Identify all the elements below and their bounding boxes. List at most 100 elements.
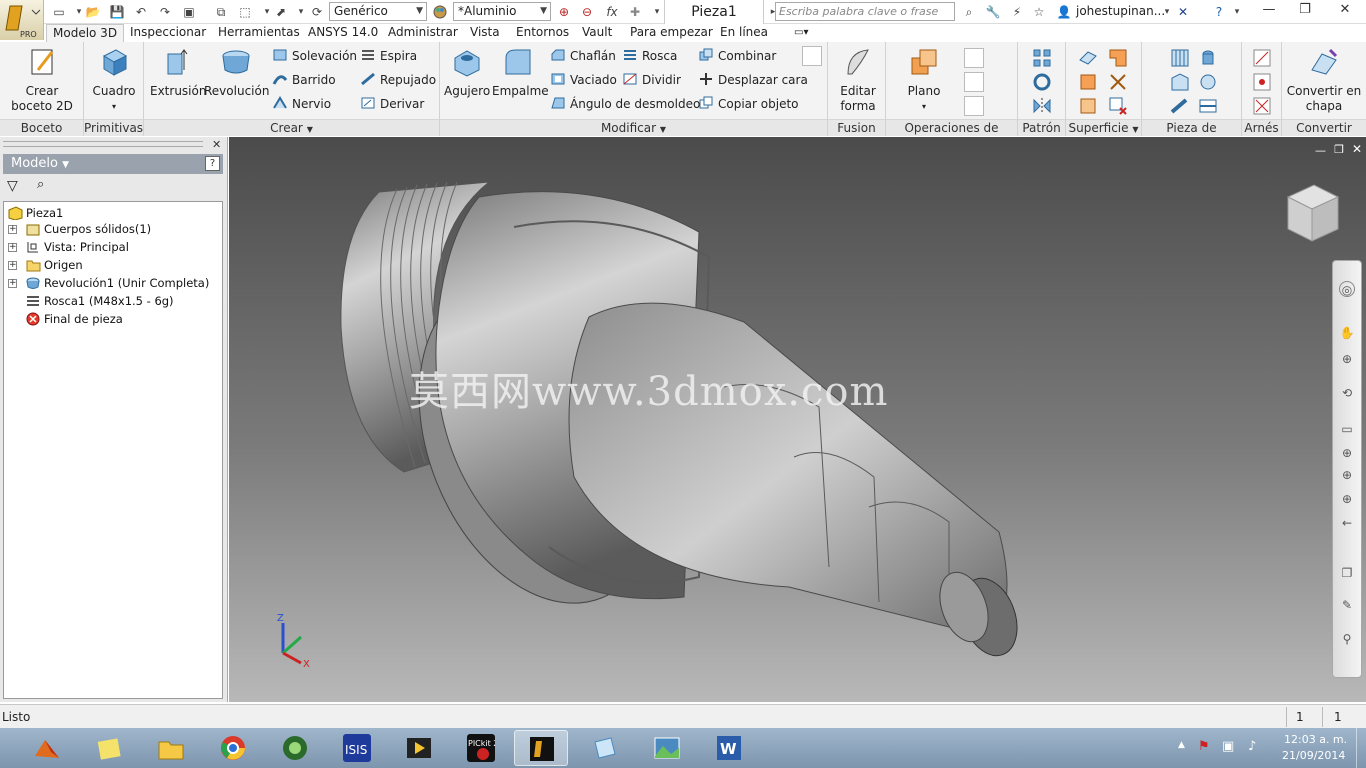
- copiar-objeto-button[interactable]: Copiar objeto: [698, 94, 799, 114]
- copy-icon[interactable]: ⧉: [212, 3, 230, 21]
- direct-edit-icon[interactable]: [802, 46, 822, 66]
- tab-modelo-3d[interactable]: Modelo 3D: [46, 24, 125, 42]
- material-select[interactable]: *Aluminio ▼: [453, 2, 551, 21]
- tree-node-final[interactable]: Final de pieza: [26, 310, 123, 328]
- harness-part-icon[interactable]: [1252, 48, 1272, 68]
- desplazar-cara-button[interactable]: Desplazar cara: [698, 70, 808, 90]
- mirror-icon[interactable]: [1032, 96, 1052, 116]
- ucs-icon[interactable]: [964, 96, 984, 116]
- expand-toggle[interactable]: +: [8, 279, 17, 288]
- nervio-button[interactable]: Nervio: [272, 94, 331, 114]
- parameters-icon[interactable]: fx: [603, 3, 621, 21]
- free-orbit-icon[interactable]: ✎: [1339, 597, 1355, 613]
- grill-icon[interactable]: [1170, 48, 1190, 68]
- taskbar-inventor[interactable]: [514, 730, 568, 766]
- orbit-icon[interactable]: ⟲: [1339, 385, 1355, 401]
- taskbar-isis[interactable]: ISIS: [330, 730, 384, 766]
- tab-entornos[interactable]: Entornos: [510, 24, 575, 42]
- group-modificar-label[interactable]: Modificar ▼: [440, 119, 827, 136]
- show-desktop-button[interactable]: [1356, 728, 1366, 768]
- thicken-icon[interactable]: [1078, 48, 1098, 68]
- user-name[interactable]: johestupinan...: [1076, 4, 1165, 18]
- patch-icon[interactable]: [1078, 96, 1098, 116]
- binoculars-icon[interactable]: ⌕: [960, 3, 978, 21]
- adjust-appearance-icon[interactable]: ⊕: [555, 3, 573, 21]
- tree-node-vista[interactable]: Vista: Principal: [26, 238, 129, 256]
- agujero-button[interactable]: Agujero: [444, 46, 490, 99]
- subscription-icon[interactable]: 🔧: [984, 3, 1002, 21]
- redo-icon[interactable]: ↷: [156, 3, 174, 21]
- minimize-button[interactable]: —: [1250, 0, 1288, 22]
- favorites-star-icon[interactable]: ☆: [1030, 3, 1048, 21]
- solevacion-button[interactable]: Solevación: [272, 46, 357, 66]
- undo-icon[interactable]: ↶: [132, 3, 150, 21]
- help-icon[interactable]: ?: [1210, 3, 1228, 21]
- action-center-icon[interactable]: ⚑: [1198, 739, 1210, 754]
- empalme-button[interactable]: Empalme: [492, 46, 549, 99]
- communication-icon[interactable]: ⚡: [1008, 3, 1026, 21]
- harness-wire-icon[interactable]: [1252, 96, 1272, 116]
- clear-appearance-icon[interactable]: ⊖: [578, 3, 596, 21]
- browser-header[interactable]: Modelo ▼ ?: [3, 154, 223, 174]
- rectangular-pattern-icon[interactable]: [1032, 48, 1052, 68]
- graphics-viewport[interactable]: — ❐ ✕ 莫西网www.3dmox.com Z X ◎ ✋ ⊕ ⟲ ▭ ⊕ ⊕…: [229, 137, 1366, 702]
- taskbar-paint[interactable]: [578, 730, 632, 766]
- combinar-button[interactable]: Combinar: [698, 46, 776, 66]
- stitch-icon[interactable]: [1108, 48, 1128, 68]
- taskbar-file-explorer[interactable]: [144, 730, 198, 766]
- browser-close-icon[interactable]: ✕: [212, 138, 221, 151]
- taskbar-photo[interactable]: [640, 730, 694, 766]
- work-point-icon[interactable]: [964, 72, 984, 92]
- boss-icon[interactable]: [1198, 48, 1218, 68]
- tab-ansys[interactable]: ANSYS 14.0: [302, 24, 384, 42]
- tab-administrar[interactable]: Administrar: [382, 24, 464, 42]
- rosca-button[interactable]: Rosca: [622, 46, 677, 66]
- help-icon[interactable]: ?: [205, 156, 220, 171]
- tab-herramientas[interactable]: Herramientas: [212, 24, 306, 42]
- tab-en-linea[interactable]: En línea: [714, 24, 774, 42]
- application-menu-button[interactable]: PRO: [0, 0, 44, 40]
- angulo-desmoldeo-button[interactable]: Ángulo de desmoldeo: [550, 94, 700, 114]
- extrusion-button[interactable]: Extrusión: [150, 46, 206, 99]
- binoculars-icon[interactable]: ⌕: [37, 177, 44, 192]
- editar-forma-button[interactable]: Editar forma: [832, 46, 884, 114]
- restore-button[interactable]: ❐: [1286, 0, 1324, 22]
- tree-node-revolucion1[interactable]: Revolución1 (Unir Completa): [26, 274, 209, 292]
- expand-toggle[interactable]: +: [8, 243, 17, 252]
- view-cube[interactable]: [1280, 179, 1344, 245]
- vaciado-button[interactable]: Vaciado: [550, 70, 617, 90]
- taskbar-chrome[interactable]: [206, 730, 260, 766]
- help-dropdown-icon[interactable]: ▾: [1228, 3, 1246, 21]
- cuadro-dropdown-icon[interactable]: ▾: [90, 99, 138, 114]
- revolucion-button[interactable]: Revolución: [204, 46, 269, 99]
- tree-node-origen[interactable]: Origen: [26, 256, 83, 274]
- trim-icon[interactable]: [1108, 72, 1128, 92]
- ribbon-toggle-icon[interactable]: ▭▾: [788, 24, 814, 42]
- print-icon[interactable]: ▣: [180, 3, 198, 21]
- steering-wheel-icon[interactable]: ◎: [1339, 281, 1355, 297]
- tree-node-cuerpos[interactable]: Cuerpos sólidos(1): [26, 220, 151, 238]
- user-icon[interactable]: 👤: [1055, 3, 1073, 21]
- espira-button[interactable]: Espira: [360, 46, 417, 66]
- exchange-apps-icon[interactable]: ✕: [1174, 3, 1192, 21]
- convertir-chapa-button[interactable]: Convertir en chapa: [1284, 46, 1364, 114]
- previous-view-icon[interactable]: ←: [1339, 515, 1355, 531]
- cuadro-button[interactable]: Cuadro ▾: [90, 46, 138, 114]
- view-face-icon[interactable]: ❐: [1339, 565, 1355, 581]
- navigation-options-icon[interactable]: ⚲: [1339, 631, 1355, 647]
- 3d-part-model[interactable]: [229, 137, 1366, 702]
- search-input[interactable]: Escriba palabra clave o frase: [775, 2, 955, 21]
- paste-icon[interactable]: ⬚: [236, 3, 254, 21]
- rule-fillet-icon[interactable]: [1170, 96, 1190, 116]
- taskbar-pickit2[interactable]: PICkit 2: [454, 730, 508, 766]
- new-file-icon[interactable]: ▭: [50, 3, 68, 21]
- expand-toggle[interactable]: +: [8, 261, 17, 270]
- tree-node-rosca1[interactable]: Rosca1 (M48x1.5 - 6g): [26, 292, 174, 310]
- tab-para-empezar[interactable]: Para empezar: [624, 24, 719, 42]
- dividir-button[interactable]: Dividir: [622, 70, 681, 90]
- select-icon[interactable]: ⬈: [272, 3, 290, 21]
- derivar-button[interactable]: Derivar: [360, 94, 424, 114]
- volume-icon[interactable]: ♪: [1248, 739, 1256, 754]
- delete-face-icon[interactable]: [1108, 96, 1128, 116]
- taskbar-video-editor[interactable]: [392, 730, 446, 766]
